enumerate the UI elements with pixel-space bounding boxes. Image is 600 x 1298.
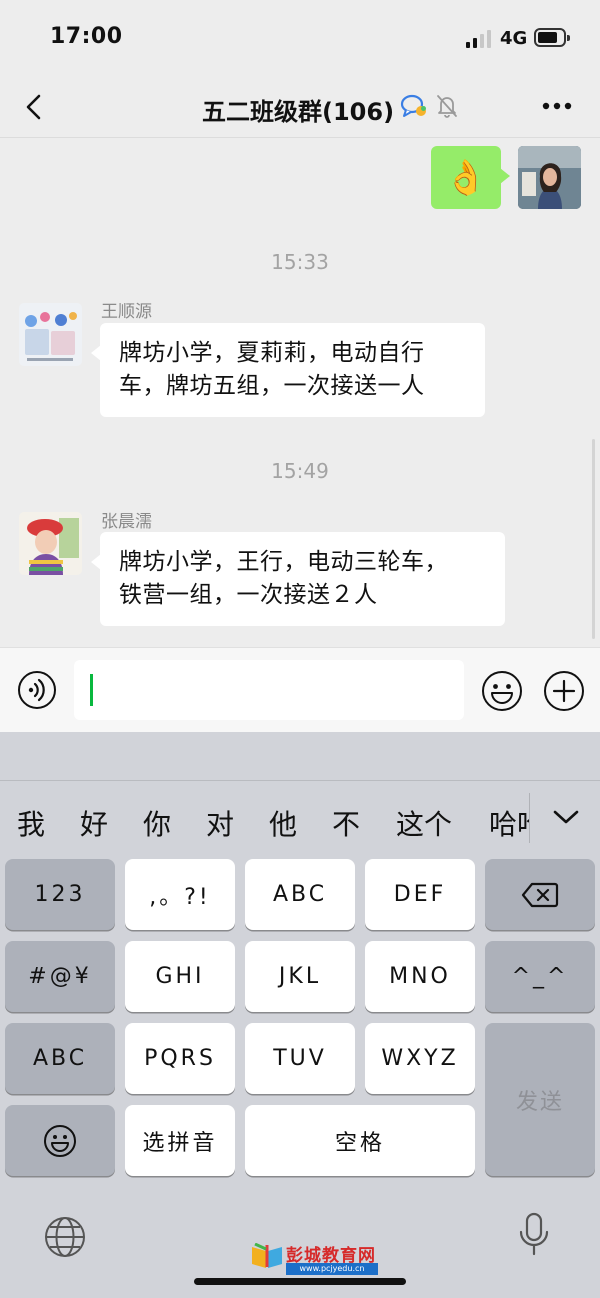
candidate-word[interactable]: 不 [332, 803, 360, 843]
key-def[interactable]: DEF [365, 859, 475, 930]
pinyin-keyboard: 我 好 你 对 他 不 这个 哈哈 123 ,。?! ABC DEF #@¥ G… [0, 732, 600, 1298]
sender-name: 王顺源 [101, 302, 152, 322]
sender-avatar[interactable] [19, 303, 82, 366]
mute-bell-icon [437, 95, 457, 118]
keyboard-top-gap [0, 732, 600, 780]
key-pqrs[interactable]: PQRS [125, 1023, 235, 1094]
cellular-signal-icon [466, 30, 492, 48]
message-input[interactable] [74, 660, 464, 720]
sender-avatar[interactable] [19, 512, 82, 575]
text-message-bubble[interactable]: 牌坊小学，王行，电动三轮车， 铁营一组，一次接送２人 [91, 532, 505, 626]
candidate-word[interactable]: 哈哈 [489, 803, 530, 843]
smiley-icon [44, 1124, 76, 1157]
input-bar [0, 647, 600, 732]
message-line: 牌坊小学，王行，电动三轮车， [119, 549, 448, 575]
ok-hand-emoji: 👌 [444, 157, 488, 198]
status-bar: 17:00 4G [0, 0, 600, 76]
space-key[interactable]: 空格 [245, 1105, 475, 1176]
candidate-word[interactable]: 这个 [396, 803, 452, 843]
send-key[interactable]: 发送 [485, 1023, 595, 1176]
key-ghi[interactable]: GHI [125, 941, 235, 1012]
emoji-key[interactable] [5, 1105, 115, 1176]
key-tuv[interactable]: TUV [245, 1023, 355, 1094]
message-line: 铁营一组，一次接送２人 [119, 582, 378, 608]
message-list[interactable]: 👌 15:33 王顺源 牌坊小学，夏莉莉，电动自行 车，牌坊五组，一次接送一人 … [0, 139, 600, 647]
emoji-icon[interactable] [481, 670, 523, 712]
key-punctuation[interactable]: ,。?! [125, 859, 235, 930]
candidate-word[interactable]: 对 [206, 803, 234, 843]
my-sticker-message[interactable]: 👌 [431, 146, 510, 209]
message-line: 牌坊小学，夏莉莉，电动自行 [119, 340, 425, 366]
key-symbols[interactable]: #@¥ [5, 941, 115, 1012]
candidate-bar: 我 好 你 对 他 不 这个 哈哈 [0, 780, 600, 858]
back-arrow-icon[interactable] [22, 94, 48, 120]
candidate-word[interactable]: 我 [17, 803, 45, 843]
chevron-down-icon[interactable] [552, 807, 580, 827]
candidate-divider [529, 793, 530, 843]
chat-title: 五二班级群(106) [202, 98, 395, 126]
battery-icon [534, 28, 570, 47]
key-mno[interactable]: MNO [365, 941, 475, 1012]
home-indicator [194, 1278, 406, 1285]
message-timestamp: 15:33 [271, 250, 329, 274]
key-123[interactable]: 123 [5, 859, 115, 930]
text-cursor [90, 674, 93, 706]
key-emoticon[interactable]: ^_^ [485, 941, 595, 1012]
battery-level [538, 32, 557, 43]
chat-header: 五二班级群(106) [0, 76, 600, 138]
sender-name: 张晨濡 [101, 512, 152, 532]
key-wxyz[interactable]: WXYZ [365, 1023, 475, 1094]
key-abc[interactable]: ABC [245, 859, 355, 930]
candidate-word[interactable]: 他 [269, 803, 297, 843]
delete-key[interactable] [485, 859, 595, 930]
key-abc-mode[interactable]: ABC [5, 1023, 115, 1094]
key-jkl[interactable]: JKL [245, 941, 355, 1012]
more-options-icon[interactable] [541, 98, 573, 114]
network-type-label: 4G [500, 28, 528, 49]
watermark-logo [252, 1243, 282, 1268]
text-message-bubble[interactable]: 牌坊小学，夏莉莉，电动自行 车，牌坊五组，一次接送一人 [91, 323, 485, 417]
voice-input-icon[interactable] [17, 670, 57, 710]
group-community-icon[interactable] [400, 93, 428, 119]
candidate-list[interactable]: 我 好 你 对 他 不 这个 哈哈 [0, 781, 530, 859]
more-functions-plus-icon[interactable] [543, 670, 585, 712]
message-timestamp: 15:49 [271, 459, 329, 483]
candidate-word[interactable]: 好 [80, 803, 108, 843]
key-select-pinyin[interactable]: 选拼音 [125, 1105, 235, 1176]
candidate-word[interactable]: 你 [143, 803, 171, 843]
message-line: 车，牌坊五组，一次接送一人 [119, 373, 425, 399]
watermark-url: www.pcjyedu.cn [286, 1263, 378, 1275]
status-time: 17:00 [50, 24, 123, 49]
backspace-icon [521, 882, 559, 907]
my-avatar[interactable] [518, 146, 581, 209]
site-watermark: 彭城教育网 www.pcjyedu.cn [250, 1241, 380, 1277]
microphone-icon[interactable] [518, 1212, 550, 1258]
globe-icon[interactable] [44, 1216, 86, 1258]
